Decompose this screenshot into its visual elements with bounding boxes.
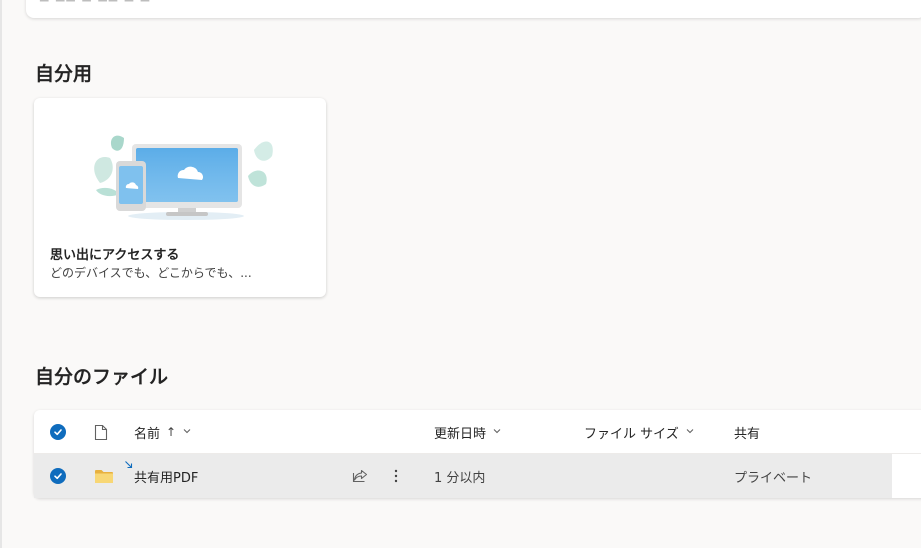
sharing-status: プライベート [734,470,813,486]
section-title-my-files: 自分のファイル [35,366,169,388]
chevron-down-icon[interactable] [685,426,695,439]
checkmark-icon [54,473,62,480]
memory-card[interactable]: 思い出にアクセスする どのデバイスでも、どこからでも、... [34,98,326,297]
column-header-modified[interactable]: 更新日時 [434,410,502,454]
sort-ascending-icon: ↑ [166,425,177,439]
memory-card-description: どのデバイスでも、どこからでも、... [50,266,252,280]
row-more-cell [384,454,408,498]
file-name[interactable]: 共有用PDF [134,467,198,486]
file-type-icon [94,424,108,440]
chevron-down-icon[interactable] [492,426,502,439]
column-header-size[interactable]: ファイル サイズ [584,410,695,454]
column-header-sharing[interactable]: 共有 [734,410,760,454]
column-header-modified-label: 更新日時 [434,426,487,442]
more-options-button[interactable] [384,464,408,488]
row-select-cell [50,454,66,498]
row-name-cell[interactable]: 共有用PDF [134,454,198,498]
row-share-cell [348,454,372,498]
share-icon [352,469,368,483]
table-row[interactable]: 共有用PDF 1 分以内 プライベート [34,454,892,498]
top-card-partial: ▔ ▔▔ ▔ ▔▔ ▔ ▔ [26,0,921,18]
column-header-size-label: ファイル サイズ [584,426,679,442]
column-header-name-label: 名前 [134,426,161,442]
column-header-sharing-label: 共有 [734,426,761,442]
file-type-header[interactable] [94,410,108,454]
row-file-icon-cell [94,454,133,498]
folder-icon [95,470,113,483]
chevron-down-icon[interactable] [182,426,192,439]
memory-card-title: 思い出にアクセスする [50,248,180,263]
devices-illustration-icon [94,135,273,220]
share-button[interactable] [348,464,372,488]
top-card-clipped-content: ▔ ▔▔ ▔ ▔▔ ▔ ▔ [40,0,152,13]
file-list-table: 名前 ↑ 更新日時 ファイル サイズ 共有 共有用PDF 1 分以内 プライベー… [34,410,921,498]
select-all-checkbox[interactable] [50,424,66,440]
row-modified-cell: 1 分以内 [434,454,485,498]
section-title-personal: 自分用 [35,63,93,85]
right-edge-panel [892,454,921,496]
modified-time: 1 分以内 [434,470,486,486]
more-vertical-icon [394,469,398,483]
column-header-name[interactable]: 名前 ↑ [134,410,192,454]
checkmark-icon [54,429,62,436]
table-header-row: 名前 ↑ 更新日時 ファイル サイズ 共有 [34,410,921,454]
row-sharing-cell: プライベート [734,454,812,498]
left-edge-divider [0,0,2,548]
row-select-checkbox[interactable] [50,468,66,484]
select-all-cell [50,410,66,454]
shared-indicator-icon [125,461,133,469]
page: ▔ ▔▔ ▔ ▔▔ ▔ ▔ 自分用 思い出にアクセスする どのデバイスでも、どこ… [0,0,921,548]
